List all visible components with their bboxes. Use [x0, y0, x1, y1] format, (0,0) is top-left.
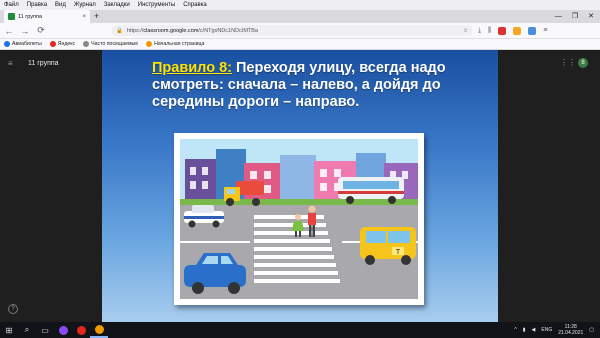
forward-button[interactable]: → [20, 26, 30, 36]
url-bar[interactable]: 🔒 https://classroom.google.com/c/NTgxNDc… [112, 25, 472, 36]
search-button[interactable]: ⌕ [18, 322, 36, 338]
plane-icon [4, 41, 10, 47]
globe-icon [83, 41, 90, 47]
system-tray: ^ ▮ ◀ ENG 11:28 21.04.2021 ▢ [514, 324, 600, 336]
street-scene-picture: T [180, 139, 418, 299]
bookmark-star-icon[interactable]: ☆ [463, 28, 468, 34]
windows-taskbar: ⊞ ⌕ ▭ ^ ▮ ◀ ENG 11:28 21.04.2021 ▢ [0, 322, 600, 338]
minimize-button[interactable]: — [555, 10, 562, 23]
bookmark-frequent[interactable]: Часто посещаемые [83, 41, 138, 47]
clock-date: 21.04.2021 [558, 330, 584, 336]
menu-file[interactable]: Файл [4, 2, 19, 8]
task-view-icon[interactable]: ▭ [36, 322, 54, 338]
library-icon[interactable]: ⫼ [488, 27, 491, 35]
lock-icon: 🔒 [116, 27, 123, 34]
menu-edit[interactable]: Правка [27, 2, 47, 8]
url-host: classroom.google.com [143, 27, 199, 34]
avatar[interactable]: 8 [578, 58, 588, 68]
clock[interactable]: 11:28 21.04.2021 [558, 324, 583, 336]
help-icon[interactable]: ? [8, 304, 18, 314]
yandex-browser-icon[interactable] [72, 322, 90, 338]
rule-label: Правило 8: [152, 60, 232, 76]
downloads-icon[interactable]: ⤓ [478, 27, 481, 35]
bookmark-home[interactable]: Начальная страница [146, 41, 204, 47]
class-title[interactable]: 11 группа [28, 60, 59, 67]
volume-icon[interactable]: ◀ [532, 327, 536, 333]
main-menu-icon[interactable]: ≡ [8, 59, 13, 68]
menu-view[interactable]: Вид [55, 2, 66, 8]
presentation-slide: Правило 8: Переходя улицу, всегда надо с… [102, 50, 498, 322]
bookmarks-bar: Авиабилеты Яндекс Часто посещаемые Начал… [0, 39, 600, 50]
toolbar-icons: ⤓ ⫼ ≡ [478, 26, 547, 35]
tray-chevron-icon[interactable]: ^ [514, 327, 516, 333]
alice-icon[interactable] [54, 322, 72, 338]
rule-text: Правило 8: Переходя улицу, всегда надо с… [152, 60, 462, 111]
menu-bookmarks[interactable]: Закладки [104, 2, 130, 8]
extension-blue-icon[interactable] [528, 26, 537, 35]
input-language[interactable]: ENG [541, 327, 552, 333]
bookmark-yandex[interactable]: Яндекс [49, 41, 75, 47]
tab-title: 11 группа [18, 13, 43, 20]
classroom-favicon-icon [8, 13, 15, 20]
close-window-button[interactable]: ✕ [588, 10, 594, 23]
new-tab-button[interactable]: + [94, 10, 99, 23]
url-scheme: https:// [126, 27, 144, 34]
street-crossing-illustration: T [174, 133, 424, 305]
firefox-icon [146, 41, 153, 47]
firefox-taskbar-icon[interactable] [90, 322, 108, 338]
url-path: /c/NTgxNDc1NDcIMTBa [198, 27, 258, 34]
menu-help[interactable]: Справка [183, 2, 207, 8]
back-button[interactable]: ← [4, 26, 14, 36]
navigation-bar: ← → ⟳ 🔒 https://classroom.google.com/c/N… [0, 23, 600, 39]
extension-orange-icon[interactable] [513, 26, 522, 35]
yandex-icon [49, 41, 56, 47]
hamburger-menu-icon[interactable]: ≡ [543, 27, 547, 35]
extension-red-icon[interactable] [498, 26, 507, 35]
maximize-button[interactable]: ❐ [572, 10, 578, 23]
menu-history[interactable]: Журнал [74, 2, 96, 8]
bookmark-aviabilety[interactable]: Авиабилеты [4, 41, 42, 47]
tab-strip: 11 группа × + — ❐ ✕ [0, 10, 600, 23]
menu-bar: Файл Правка Вид Журнал Закладки Инструме… [0, 0, 600, 10]
network-icon[interactable]: ▮ [523, 327, 526, 333]
start-button[interactable]: ⊞ [0, 322, 18, 338]
menu-tools[interactable]: Инструменты [138, 2, 175, 8]
tab-close-icon[interactable]: × [82, 14, 86, 20]
reload-button[interactable]: ⟳ [36, 25, 46, 36]
window-controls: — ❐ ✕ [555, 10, 600, 23]
tab-classroom[interactable]: 11 группа × [4, 10, 90, 23]
taxi-sign: T [396, 249, 401, 256]
notifications-icon[interactable]: ▢ [589, 327, 594, 333]
